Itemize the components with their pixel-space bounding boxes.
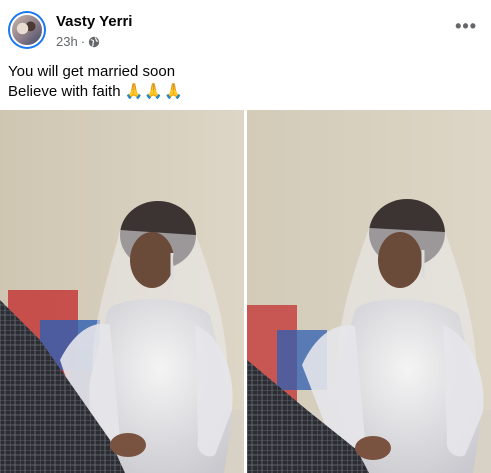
post-card: Vasty Yerri 23h · ••• You will get marri… — [0, 0, 491, 473]
bride-image — [247, 110, 491, 473]
post-time[interactable]: 23h — [56, 34, 78, 49]
praying-hands-emoji: 🙏🙏🙏 — [124, 83, 184, 100]
photo-grid — [0, 110, 491, 473]
post-text-line-2-text: Believe with faith — [8, 83, 121, 100]
author-name[interactable]: Vasty Yerri — [56, 13, 132, 30]
post-meta: 23h · — [56, 34, 100, 49]
bride-image — [0, 110, 244, 473]
meta-separator: · — [80, 34, 86, 49]
bride-photo-1[interactable] — [0, 110, 244, 473]
post-header: Vasty Yerri 23h · ••• — [0, 0, 491, 60]
post-text: You will get married soon Believe with f… — [8, 62, 184, 102]
avatar[interactable] — [8, 11, 46, 49]
profile-picture — [10, 13, 44, 47]
post-text-line-2: Believe with faith 🙏🙏🙏 — [8, 82, 184, 102]
more-options-icon[interactable]: ••• — [455, 16, 477, 36]
post-text-line-1: You will get married soon — [8, 63, 176, 80]
bride-photo-2[interactable] — [247, 110, 491, 473]
globe-icon[interactable] — [88, 36, 100, 48]
